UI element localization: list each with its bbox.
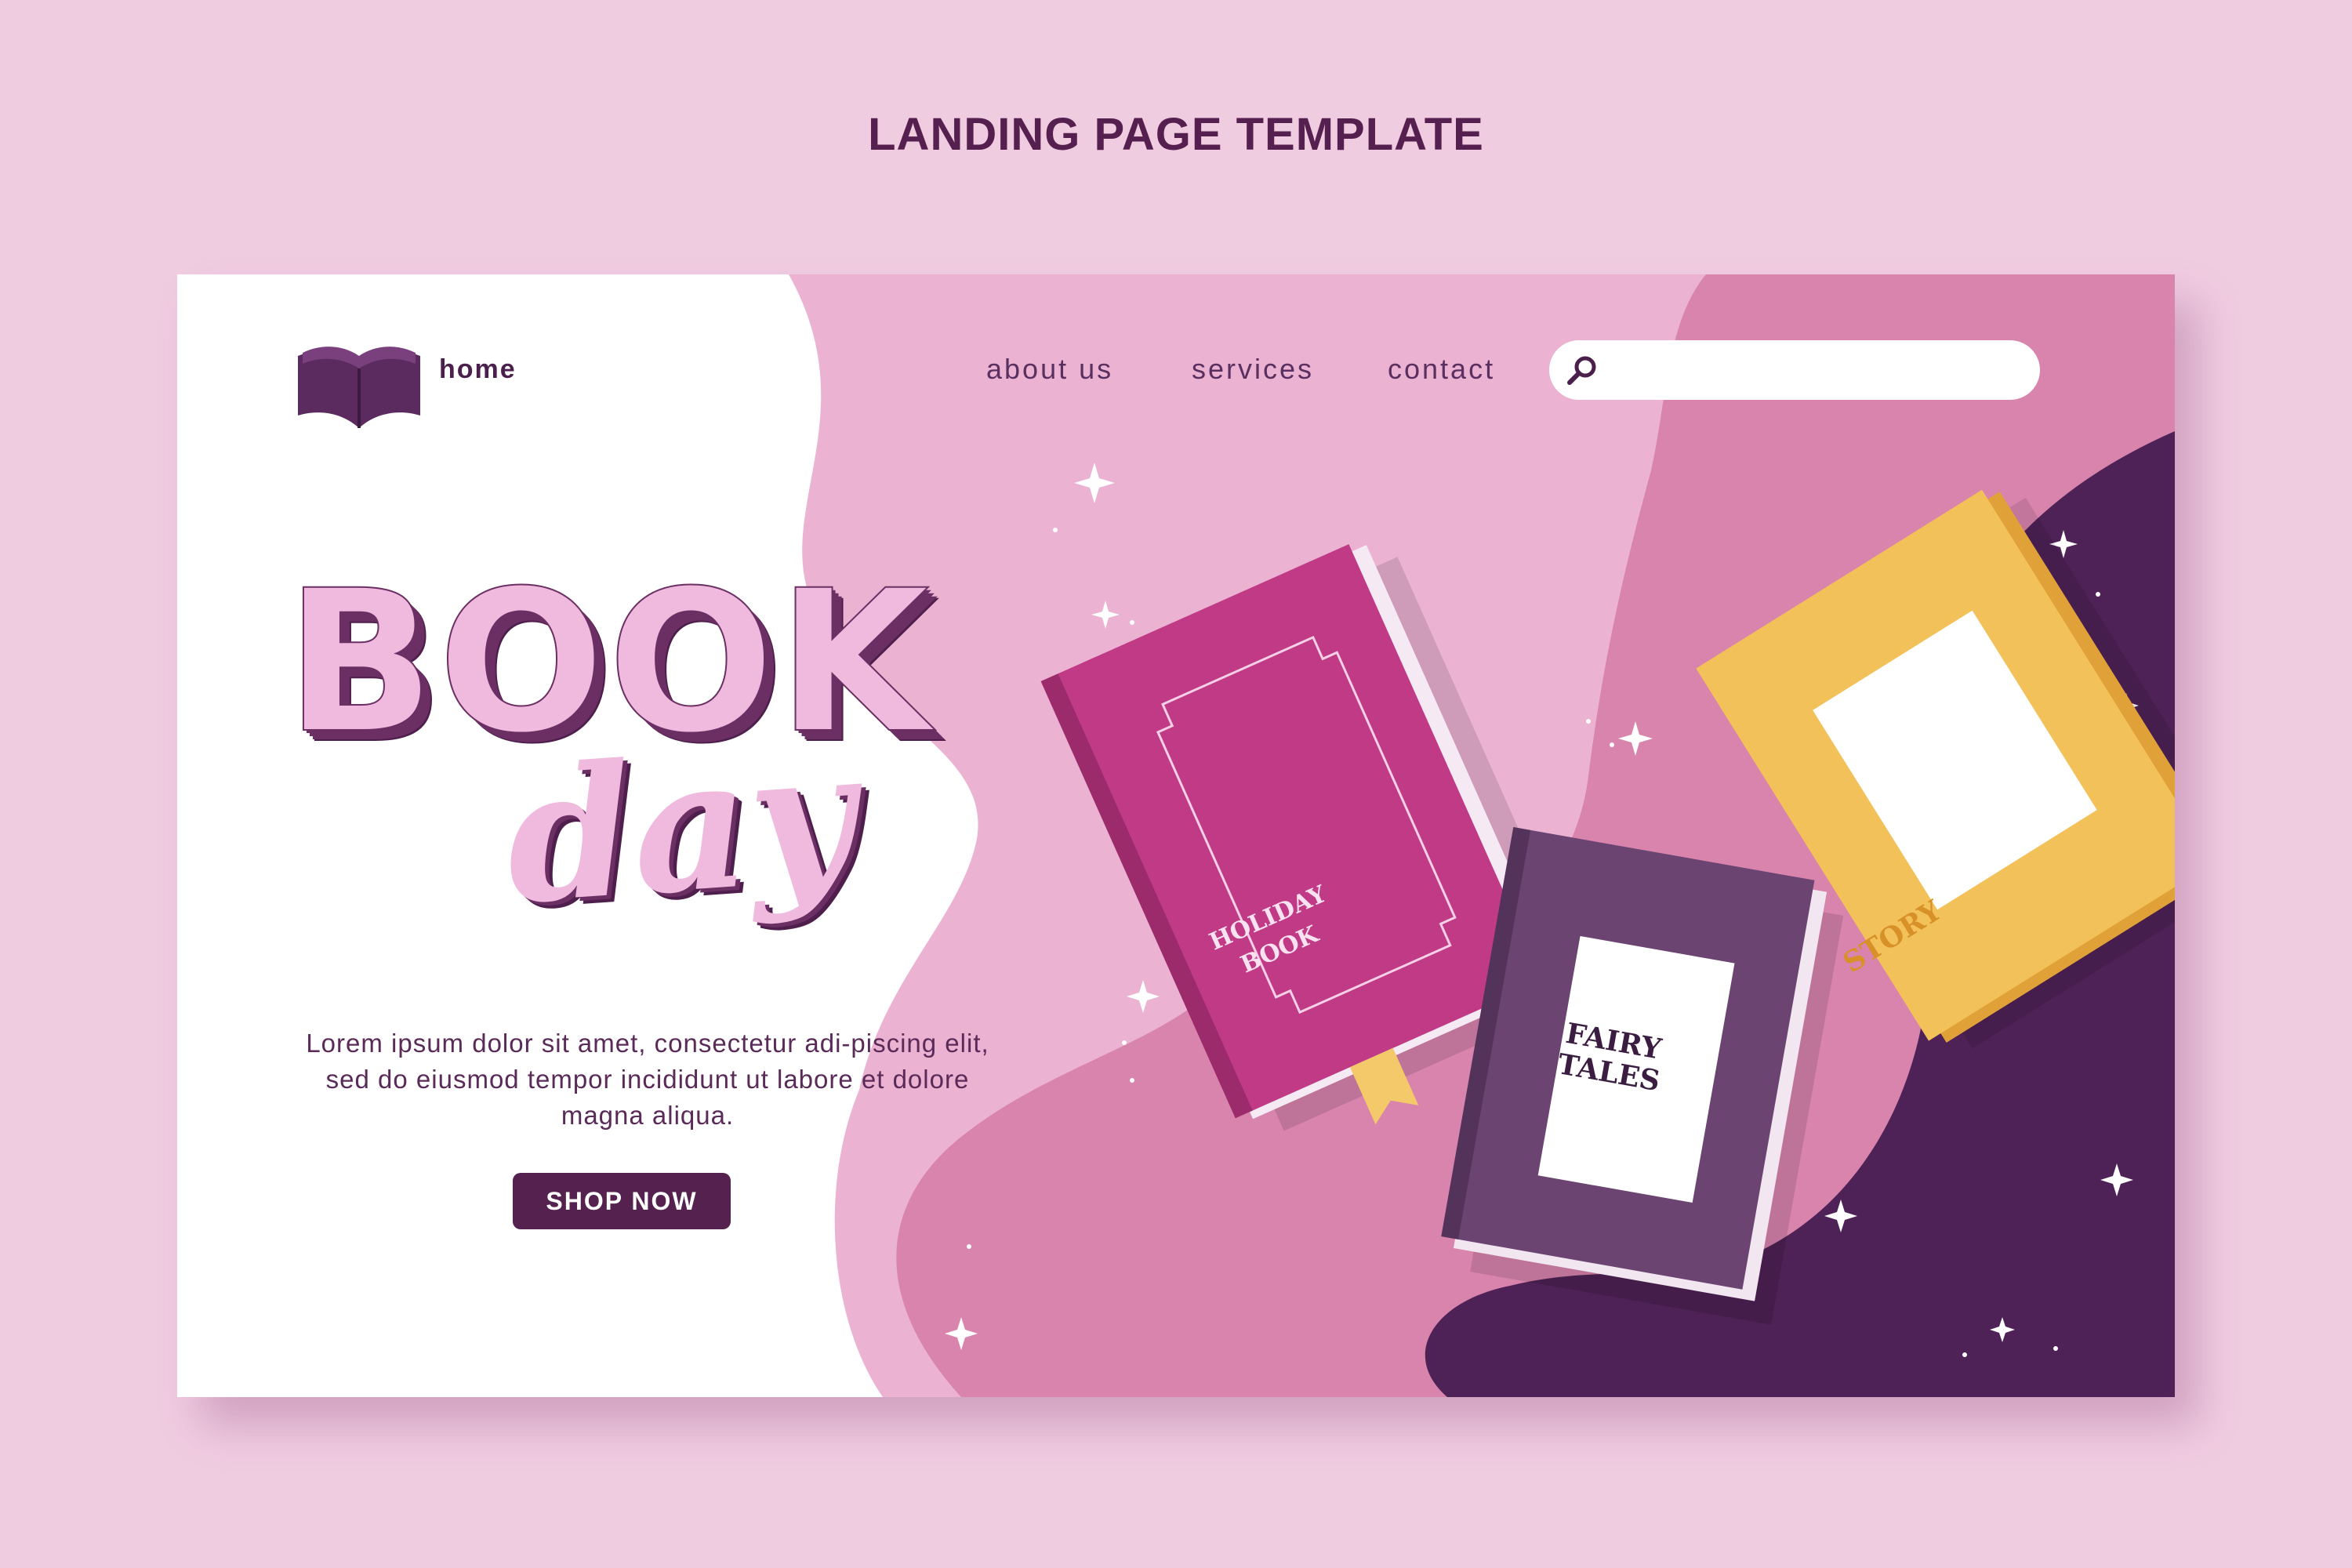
search-input[interactable]: [1549, 340, 2040, 400]
page-heading: LANDING PAGE TEMPLATE: [868, 109, 1484, 160]
hero-title-day: day: [499, 709, 862, 946]
landing-card: HOLIDAY BOOK FAIRY TALES STORY home abou…: [177, 274, 2175, 1397]
hero-description: Lorem ipsum dolor sit amet, consectetur …: [306, 1029, 989, 1130]
background-shapes: HOLIDAY BOOK FAIRY TALES STORY: [789, 274, 2175, 1397]
nav-services[interactable]: services: [1192, 353, 1314, 386]
open-book-logo-icon[interactable]: [295, 340, 423, 434]
nav-contact[interactable]: contact: [1388, 353, 1495, 386]
nav-about-us[interactable]: about us: [986, 353, 1113, 386]
nav-home-link[interactable]: home: [439, 354, 517, 385]
search-icon[interactable]: [1565, 353, 1599, 387]
shop-now-button[interactable]: SHOP NOW: [513, 1173, 731, 1229]
